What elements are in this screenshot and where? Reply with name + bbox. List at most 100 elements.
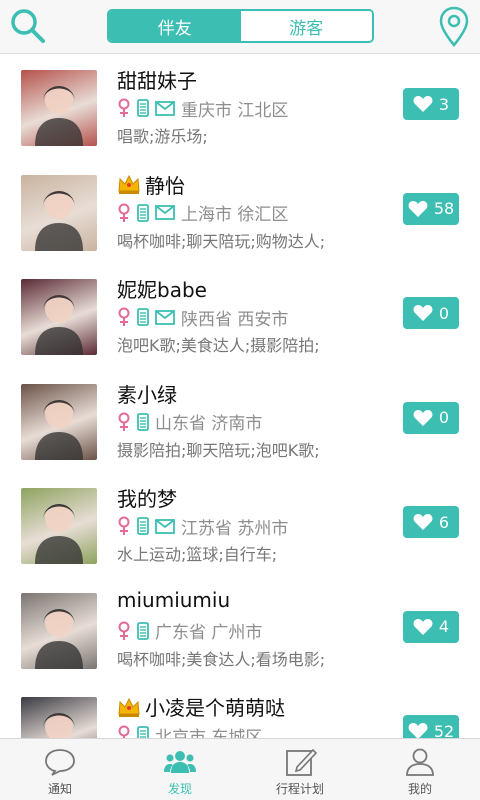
like-count: 0 [438,303,450,323]
heart-icon [413,305,433,321]
user-tags: 喝杯咖啡;聊天陪玩;购物达人; [117,231,326,251]
name-row: 素小绿 [117,379,177,408]
like-button[interactable]: 52 [403,715,459,738]
mail-icon [155,205,175,220]
nav-notifications[interactable]: 通知 [0,739,120,800]
user-location: 北京市 东城区 [155,727,263,739]
location-pin-icon[interactable] [438,6,470,48]
list-item[interactable]: 妮妮babe 陕西省 西安市泡吧K歌;美食达人;摄影陪拍; 0 [0,264,480,368]
nav-label: 通知 [47,782,72,796]
user-location: 陕西省 西安市 [181,309,289,330]
like-button[interactable]: 6 [403,506,459,538]
list-item[interactable]: 小凌是个萌萌哒北京市 东城区 52 [0,682,480,738]
search-icon[interactable] [8,6,48,46]
heart-icon [408,200,428,217]
female-icon [118,307,130,326]
female-icon [118,203,130,222]
name-row: 静怡 [117,170,185,199]
user-name: 素小绿 [117,382,177,407]
info-row: 北京市 东城区 [117,724,262,738]
name-row: 妮妮babe [117,274,207,303]
tab-companion[interactable]: 伴友 [109,11,241,41]
phone-icon [137,517,149,535]
phone-icon [137,621,149,640]
phone-icon [137,99,149,117]
info-row: 陕西省 西安市 [117,306,289,330]
like-count: 0 [438,408,450,427]
like-button[interactable]: 0 [403,297,459,329]
info-row: 重庆市 江北区 [117,97,289,121]
heart-icon [408,723,428,738]
segmented-control: 伴友 游客 [107,9,374,43]
avatar[interactable] [21,174,97,251]
user-location: 广东省 广州市 [155,623,263,643]
list-item[interactable]: 甜甜妹子 重庆市 江北区 唱歌;游乐场; 3 [0,55,480,159]
user-tags: 水上运动;篮球;自行车; [117,545,278,564]
tab-visitor[interactable]: 游客 [240,11,372,41]
avatar-photo [35,86,83,146]
user-tags: 喝杯咖啡;美食达人;看场电影; [117,649,326,669]
user-name: miumiumiu [117,587,231,612]
user-tags: 泡吧K歌;美食达人;摄影陪拍; [117,336,320,355]
nav-itinerary[interactable]: 行程计划 [240,739,360,800]
user-name: 妮妮babe [117,278,207,302]
like-count: 3 [438,94,450,114]
info-row: 上海市 徐汇区 [117,202,288,225]
female-icon [118,98,130,117]
nav-profile[interactable]: 我的 [360,739,480,800]
avatar[interactable] [21,488,97,564]
avatar[interactable] [21,70,97,146]
list-item[interactable]: 静怡上海市 徐汇区喝杯咖啡;聊天陪玩;购物达人; 58 [0,160,480,264]
like-count: 58 [433,199,455,218]
user-location: 重庆市 江北区 [181,100,289,121]
avatar[interactable] [21,383,97,460]
crown-icon [118,697,140,717]
crown-icon [118,174,140,194]
user-name: 我的梦 [117,487,177,511]
avatar-photo [35,295,83,355]
info-row: 广东省 广州市 [117,620,263,643]
chat-bubble-icon [45,749,75,776]
female-icon [118,516,130,535]
female-icon [118,621,130,640]
list-item[interactable]: 素小绿山东省 济南市摄影陪拍;聊天陪玩;泡吧K歌; 0 [0,369,480,473]
name-row: 小凌是个萌萌哒 [117,692,285,721]
like-button[interactable]: 3 [403,88,459,120]
avatar[interactable] [21,592,97,669]
nav-discover[interactable]: 发现 [120,739,240,800]
mail-icon [155,518,175,534]
name-row: 甜甜妹子 [117,65,197,94]
user-icon [406,748,434,776]
user-tags: 摄影陪拍;聊天陪玩;泡吧K歌; [117,440,320,460]
list-item[interactable]: 我的梦 江苏省 苏州市 水上运动;篮球;自行车; 6 [0,473,480,577]
like-count: 4 [438,617,450,636]
list-item[interactable]: miumiumiu 广东省 广州市喝杯咖啡;美食达人;看场电影; 4 [0,578,480,682]
edit-note-icon [286,748,317,776]
like-button[interactable]: 0 [403,401,459,434]
user-name: 小凌是个萌萌哒 [145,696,285,720]
nav-label: 我的 [407,782,432,796]
heart-icon [413,514,433,530]
avatar[interactable] [21,279,97,355]
avatar-photo [43,713,75,738]
bottom-nav: 通知 发现 行程计划 我的 [0,738,480,800]
avatar-photo [35,504,83,564]
phone-icon [137,203,149,222]
avatar[interactable] [21,697,97,738]
mail-icon [155,309,175,325]
user-name: 甜甜妹子 [117,69,197,93]
like-button[interactable]: 4 [403,610,459,643]
avatar-photo [35,190,83,251]
phone-icon [137,308,149,326]
name-row: 我的梦 [117,483,177,512]
top-bar: 伴友 游客 [0,0,480,54]
user-location: 山东省 济南市 [155,414,263,434]
like-count: 52 [433,721,455,739]
heart-icon [413,618,433,635]
female-icon [118,725,130,738]
like-button[interactable]: 58 [403,192,459,225]
phone-icon [137,412,149,431]
nav-label: 发现 [167,782,192,796]
mail-icon [155,100,175,116]
name-row: miumiumiu [117,588,230,612]
